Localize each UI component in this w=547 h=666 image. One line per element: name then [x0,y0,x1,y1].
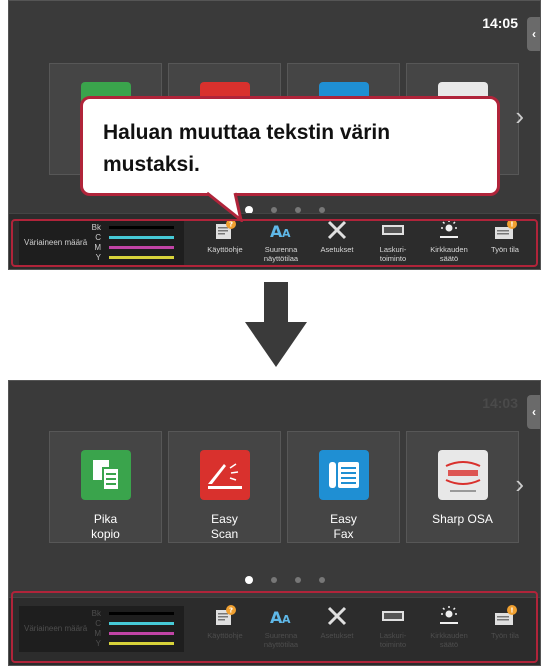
callout-text: Haluan muuttaa tekstin värin mustaksi. [103,121,391,176]
tile-easy-scan[interactable]: Easy Scan [168,431,281,543]
callout-tail [206,192,243,222]
chevron-left-icon: ‹ [532,27,536,41]
dock-highlight [11,591,538,663]
fax-icon [318,450,369,500]
dock-highlight [11,219,538,267]
down-arrow-icon [245,282,307,367]
tile-label: Pika kopio [91,512,120,541]
page-indicator [245,576,325,584]
instruction-callout: Haluan muuttaa tekstin värin mustaksi. [80,96,500,196]
tile-label: Easy Scan [210,512,239,541]
copy-icon [80,450,131,500]
screen-after: 14:03 ‹ Pika kopio Easy Scan Easy Fax Sh… [8,380,541,666]
tile-sharp-osa[interactable]: Sharp OSA [406,431,519,543]
tile-pika-kopio[interactable]: Pika kopio [49,431,162,543]
tile-label: Easy Fax [330,512,357,541]
clock: 14:05 [482,15,518,31]
side-panel-tab[interactable]: ‹ [527,17,540,51]
next-page-arrow[interactable]: › [515,469,524,500]
page-dot[interactable] [271,577,277,583]
tile-label: Sharp OSA [432,512,493,526]
page-dot[interactable] [295,577,301,583]
scan-icon [199,450,250,500]
page-dot[interactable] [319,577,325,583]
clock: 14:03 [482,395,518,411]
side-panel-tab[interactable]: ‹ [527,395,540,429]
tile-row: Pika kopio Easy Scan Easy Fax Sharp OSA [49,431,519,543]
next-page-arrow[interactable]: › [515,101,524,132]
page-dot[interactable] [245,576,253,584]
tile-easy-fax[interactable]: Easy Fax [287,431,400,543]
chevron-left-icon: ‹ [532,405,536,419]
osa-icon [437,450,488,500]
